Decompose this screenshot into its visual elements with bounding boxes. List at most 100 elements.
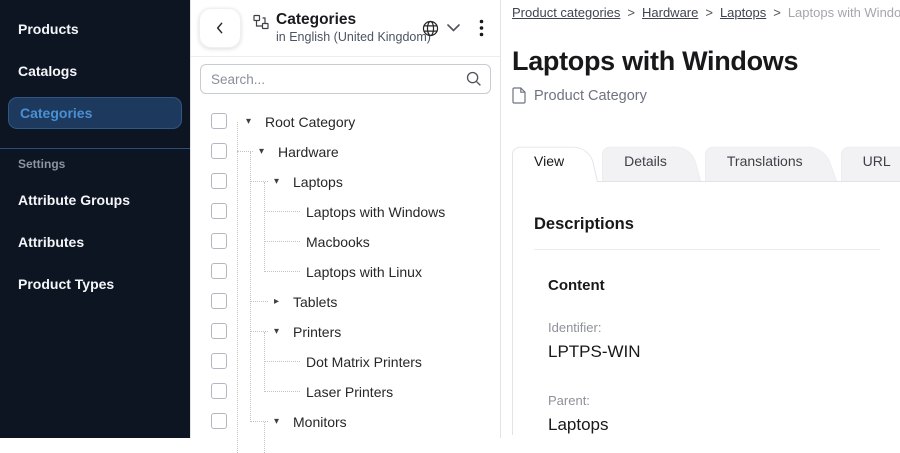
tab-translations[interactable]: Translations	[705, 143, 837, 181]
tree-node-label[interactable]: Printers	[293, 324, 341, 340]
globe-icon	[421, 19, 440, 38]
panel-header-actions	[421, 17, 488, 39]
tree-connector-stub	[250, 331, 268, 332]
detail-tabs: View Details Translations URL	[512, 143, 900, 181]
section-title-descriptions: Descriptions	[534, 215, 880, 234]
tab-view[interactable]: View	[512, 143, 598, 181]
tree-connector-stub	[264, 271, 300, 272]
sidebar-item-attributes[interactable]: Attributes	[0, 221, 190, 263]
main-sidebar: Products Catalogs Categories Settings At…	[0, 0, 190, 438]
tree-node-label[interactable]: Macbooks	[306, 234, 370, 250]
category-tree: ▾ Root Category ▾ Hardware ▾ Laptops Lap…	[191, 107, 500, 447]
tree-row-printers: ▾ Printers	[191, 317, 500, 347]
document-icon	[512, 87, 526, 104]
entity-type-row: Product Category	[512, 87, 900, 104]
field-label-identifier: Identifier:	[548, 320, 880, 335]
field-value-parent: Laptops	[548, 415, 880, 435]
search-input[interactable]	[200, 64, 491, 94]
chevron-down-icon	[447, 24, 460, 32]
breadcrumb-separator: >	[627, 5, 635, 20]
field-value-identifier: LPTPS-WIN	[548, 342, 880, 362]
tree-connector-stub	[250, 181, 268, 182]
tree-connector-stub	[264, 361, 300, 362]
tree-row-laptops-with-windows: Laptops with Windows	[191, 197, 500, 227]
tree-caret-icon[interactable]: ▾	[246, 117, 265, 127]
tree-checkbox[interactable]	[211, 413, 227, 429]
tree-checkbox[interactable]	[211, 203, 227, 219]
page-title: Laptops with Windows	[512, 46, 900, 77]
tree-node-label[interactable]: Hardware	[278, 144, 339, 160]
tree-row-monitors: ▾ Monitors	[191, 407, 500, 437]
search-icon	[466, 71, 482, 87]
tree-caret-icon[interactable]: ▾	[274, 177, 293, 187]
detail-panel: Product categories > Hardware > Laptops …	[502, 0, 900, 438]
sidebar-item-catalogs[interactable]: Catalogs	[0, 50, 190, 92]
tree-checkbox[interactable]	[211, 383, 227, 399]
hierarchy-icon	[253, 14, 269, 30]
tree-caret-icon[interactable]: ▾	[274, 417, 293, 427]
kebab-menu-icon	[479, 19, 484, 37]
section-divider	[534, 249, 880, 250]
tree-row-laptops-with-linux: Laptops with Linux	[191, 257, 500, 287]
tree-node-label[interactable]: Laptops with Windows	[306, 204, 445, 220]
breadcrumb-separator: >	[773, 5, 781, 20]
tree-checkbox[interactable]	[211, 233, 227, 249]
tree-row-tablets: ▸ Tablets	[191, 287, 500, 317]
panel-title-block: Categories in English (United Kingdom)	[276, 11, 431, 45]
tree-connector-stub	[264, 211, 300, 212]
tree-checkbox[interactable]	[211, 173, 227, 189]
subsection-title-content: Content	[548, 277, 880, 294]
tree-row-hardware: ▾ Hardware	[191, 137, 500, 167]
sidebar-item-product-types[interactable]: Product Types	[0, 263, 190, 305]
kebab-menu-button[interactable]	[475, 17, 488, 39]
tree-checkbox[interactable]	[211, 323, 227, 339]
sidebar-section-settings: Settings	[0, 149, 190, 179]
tab-url[interactable]: URL	[841, 143, 900, 181]
tab-content-card: Descriptions Content Identifier: LPTPS-W…	[512, 181, 900, 435]
tree-node-label[interactable]: Laptops with Linux	[306, 264, 422, 280]
tree-node-label[interactable]: Laptops	[293, 174, 343, 190]
tree-caret-icon[interactable]: ▾	[274, 327, 293, 337]
tab-details[interactable]: Details	[602, 143, 701, 181]
chevron-left-icon	[212, 20, 228, 36]
tree-checkbox[interactable]	[211, 263, 227, 279]
panel-subtitle: in English (United Kingdom)	[276, 30, 431, 45]
panel-title: Categories	[276, 11, 431, 29]
tree-checkbox[interactable]	[211, 353, 227, 369]
tree-node-label[interactable]: Tablets	[293, 294, 337, 310]
tree-node-label[interactable]: Laser Printers	[306, 384, 393, 400]
tree-checkbox[interactable]	[211, 143, 227, 159]
tree-panel-header: Categories in English (United Kingdom)	[191, 0, 500, 57]
category-tree-panel: Categories in English (United Kingdom)	[190, 0, 501, 438]
tree-connector-stub	[250, 421, 268, 422]
tree-connector-stub	[237, 151, 253, 152]
sidebar-item-attribute-groups[interactable]: Attribute Groups	[0, 179, 190, 221]
tree-row-laser-printers: Laser Printers	[191, 377, 500, 407]
breadcrumb-current: Laptops with Windows	[788, 5, 900, 20]
tree-caret-icon[interactable]: ▾	[259, 147, 278, 157]
field-label-parent: Parent:	[548, 393, 880, 408]
sidebar-item-categories-slot: Categories	[0, 92, 190, 134]
breadcrumb: Product categories > Hardware > Laptops …	[512, 0, 900, 20]
tree-checkbox[interactable]	[211, 113, 227, 129]
tree-connector-stub	[264, 241, 300, 242]
tree-checkbox[interactable]	[211, 293, 227, 309]
breadcrumb-separator: >	[705, 5, 713, 20]
back-button[interactable]	[199, 8, 241, 48]
sidebar-item-products[interactable]: Products	[0, 8, 190, 50]
tree-connector-stub	[250, 301, 268, 302]
tree-node-label[interactable]: Root Category	[265, 114, 355, 130]
tree-row-root-category: ▾ Root Category	[191, 107, 500, 137]
tree-connector-stub	[264, 391, 300, 392]
tree-caret-icon[interactable]: ▸	[274, 297, 293, 307]
tree-row-macbooks: Macbooks	[191, 227, 500, 257]
tree-search	[200, 64, 491, 94]
sidebar-item-categories-active[interactable]: Categories	[8, 97, 182, 129]
breadcrumb-link-laptops[interactable]: Laptops	[720, 5, 766, 20]
tree-node-label[interactable]: Monitors	[293, 414, 347, 430]
breadcrumb-link-hardware[interactable]: Hardware	[642, 5, 698, 20]
breadcrumb-link-product-categories[interactable]: Product categories	[512, 5, 620, 20]
tree-node-label[interactable]: Dot Matrix Printers	[306, 354, 422, 370]
locale-selector[interactable]	[421, 19, 460, 38]
tree-row-dot-matrix-printers: Dot Matrix Printers	[191, 347, 500, 377]
